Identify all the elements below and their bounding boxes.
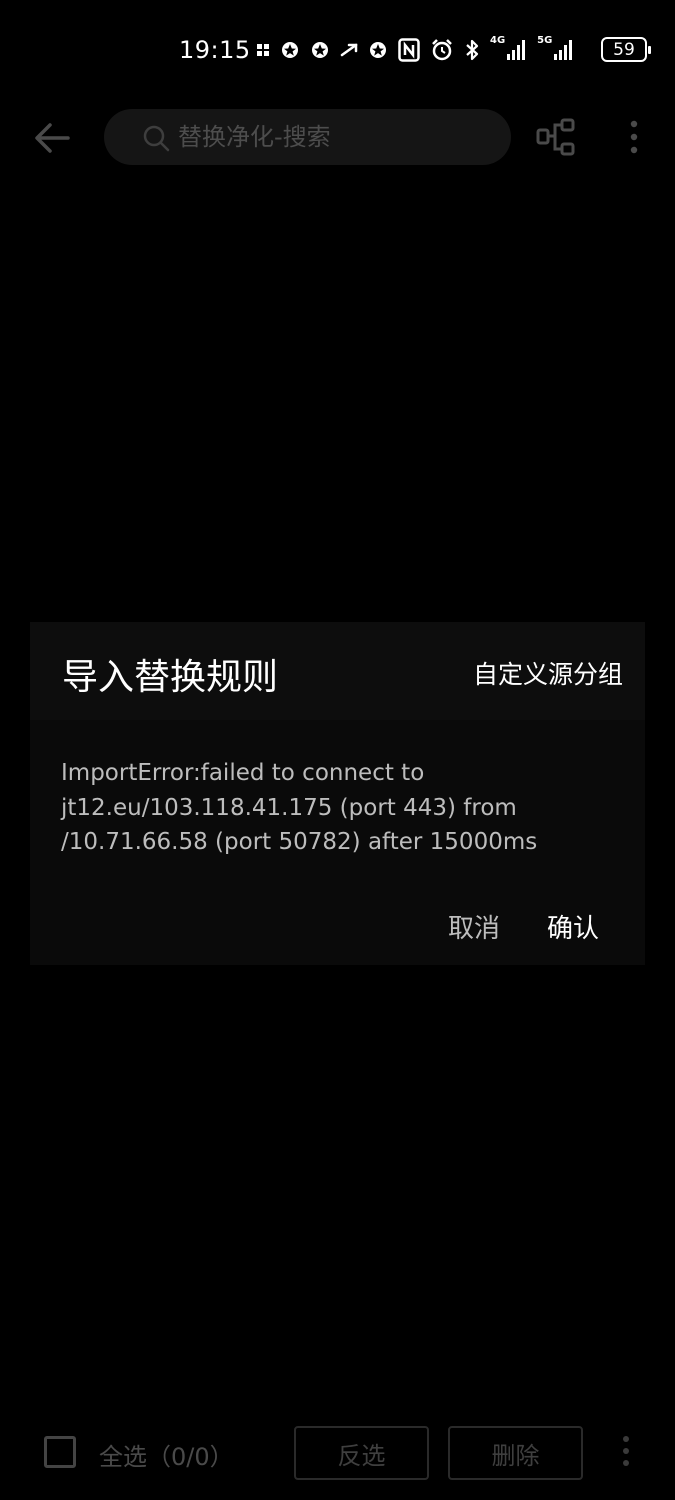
nfc-icon	[398, 36, 420, 64]
back-button[interactable]	[30, 118, 74, 158]
status-icons: 4G 5G	[256, 36, 574, 64]
more-vertical-icon	[623, 1436, 629, 1466]
badge-notification-icon	[368, 36, 388, 64]
badge-notification-icon	[310, 36, 330, 64]
select-all-checkbox[interactable]	[44, 1436, 76, 1468]
invert-selection-button[interactable]: 反选	[294, 1426, 429, 1480]
search-box[interactable]	[104, 109, 511, 165]
alarm-icon	[430, 36, 454, 64]
battery-level: 59	[613, 39, 635, 60]
more-vertical-icon	[630, 120, 638, 154]
group-tree-button[interactable]	[536, 117, 576, 157]
status-bar: 19:15 4G 5G 59	[0, 0, 675, 100]
battery-icon: 59	[601, 37, 651, 62]
bluetooth-icon	[464, 36, 480, 64]
signal-4g-icon: 4G	[490, 36, 527, 64]
bottom-more-button[interactable]	[616, 1434, 636, 1470]
app-bar	[0, 100, 675, 172]
badge-notification-icon	[280, 36, 300, 64]
tree-structure-icon	[536, 118, 575, 156]
dialog-title: 导入替换规则	[62, 657, 279, 698]
dialog-error-message: ImportError:failed to connect to jt12.eu…	[61, 760, 538, 855]
status-time: 19:15	[179, 36, 251, 64]
custom-source-group-button[interactable]: 自定义源分组	[473, 655, 623, 691]
signal-4g-label: 4G	[490, 35, 506, 46]
back-arrow-icon	[35, 123, 70, 153]
confirm-button[interactable]: 确认	[547, 908, 599, 945]
search-input[interactable]	[178, 121, 498, 153]
signal-5g-icon: 5G	[537, 36, 574, 64]
delete-button[interactable]: 删除	[448, 1426, 583, 1480]
search-icon	[143, 125, 170, 152]
location-arrow-icon	[340, 36, 358, 64]
more-options-button[interactable]	[622, 118, 646, 158]
dialog-header: 导入替换规则 自定义源分组	[30, 622, 645, 720]
select-all-label: 全选（0/0）	[99, 1443, 234, 1471]
cancel-button[interactable]: 取消	[448, 908, 500, 945]
import-rules-dialog: 导入替换规则 自定义源分组 ImportError:failed to conn…	[30, 622, 645, 965]
app-notification-icon	[256, 36, 270, 64]
bottom-action-bar: 全选（0/0） 反选 删除	[0, 1410, 675, 1500]
signal-5g-label: 5G	[537, 35, 553, 46]
